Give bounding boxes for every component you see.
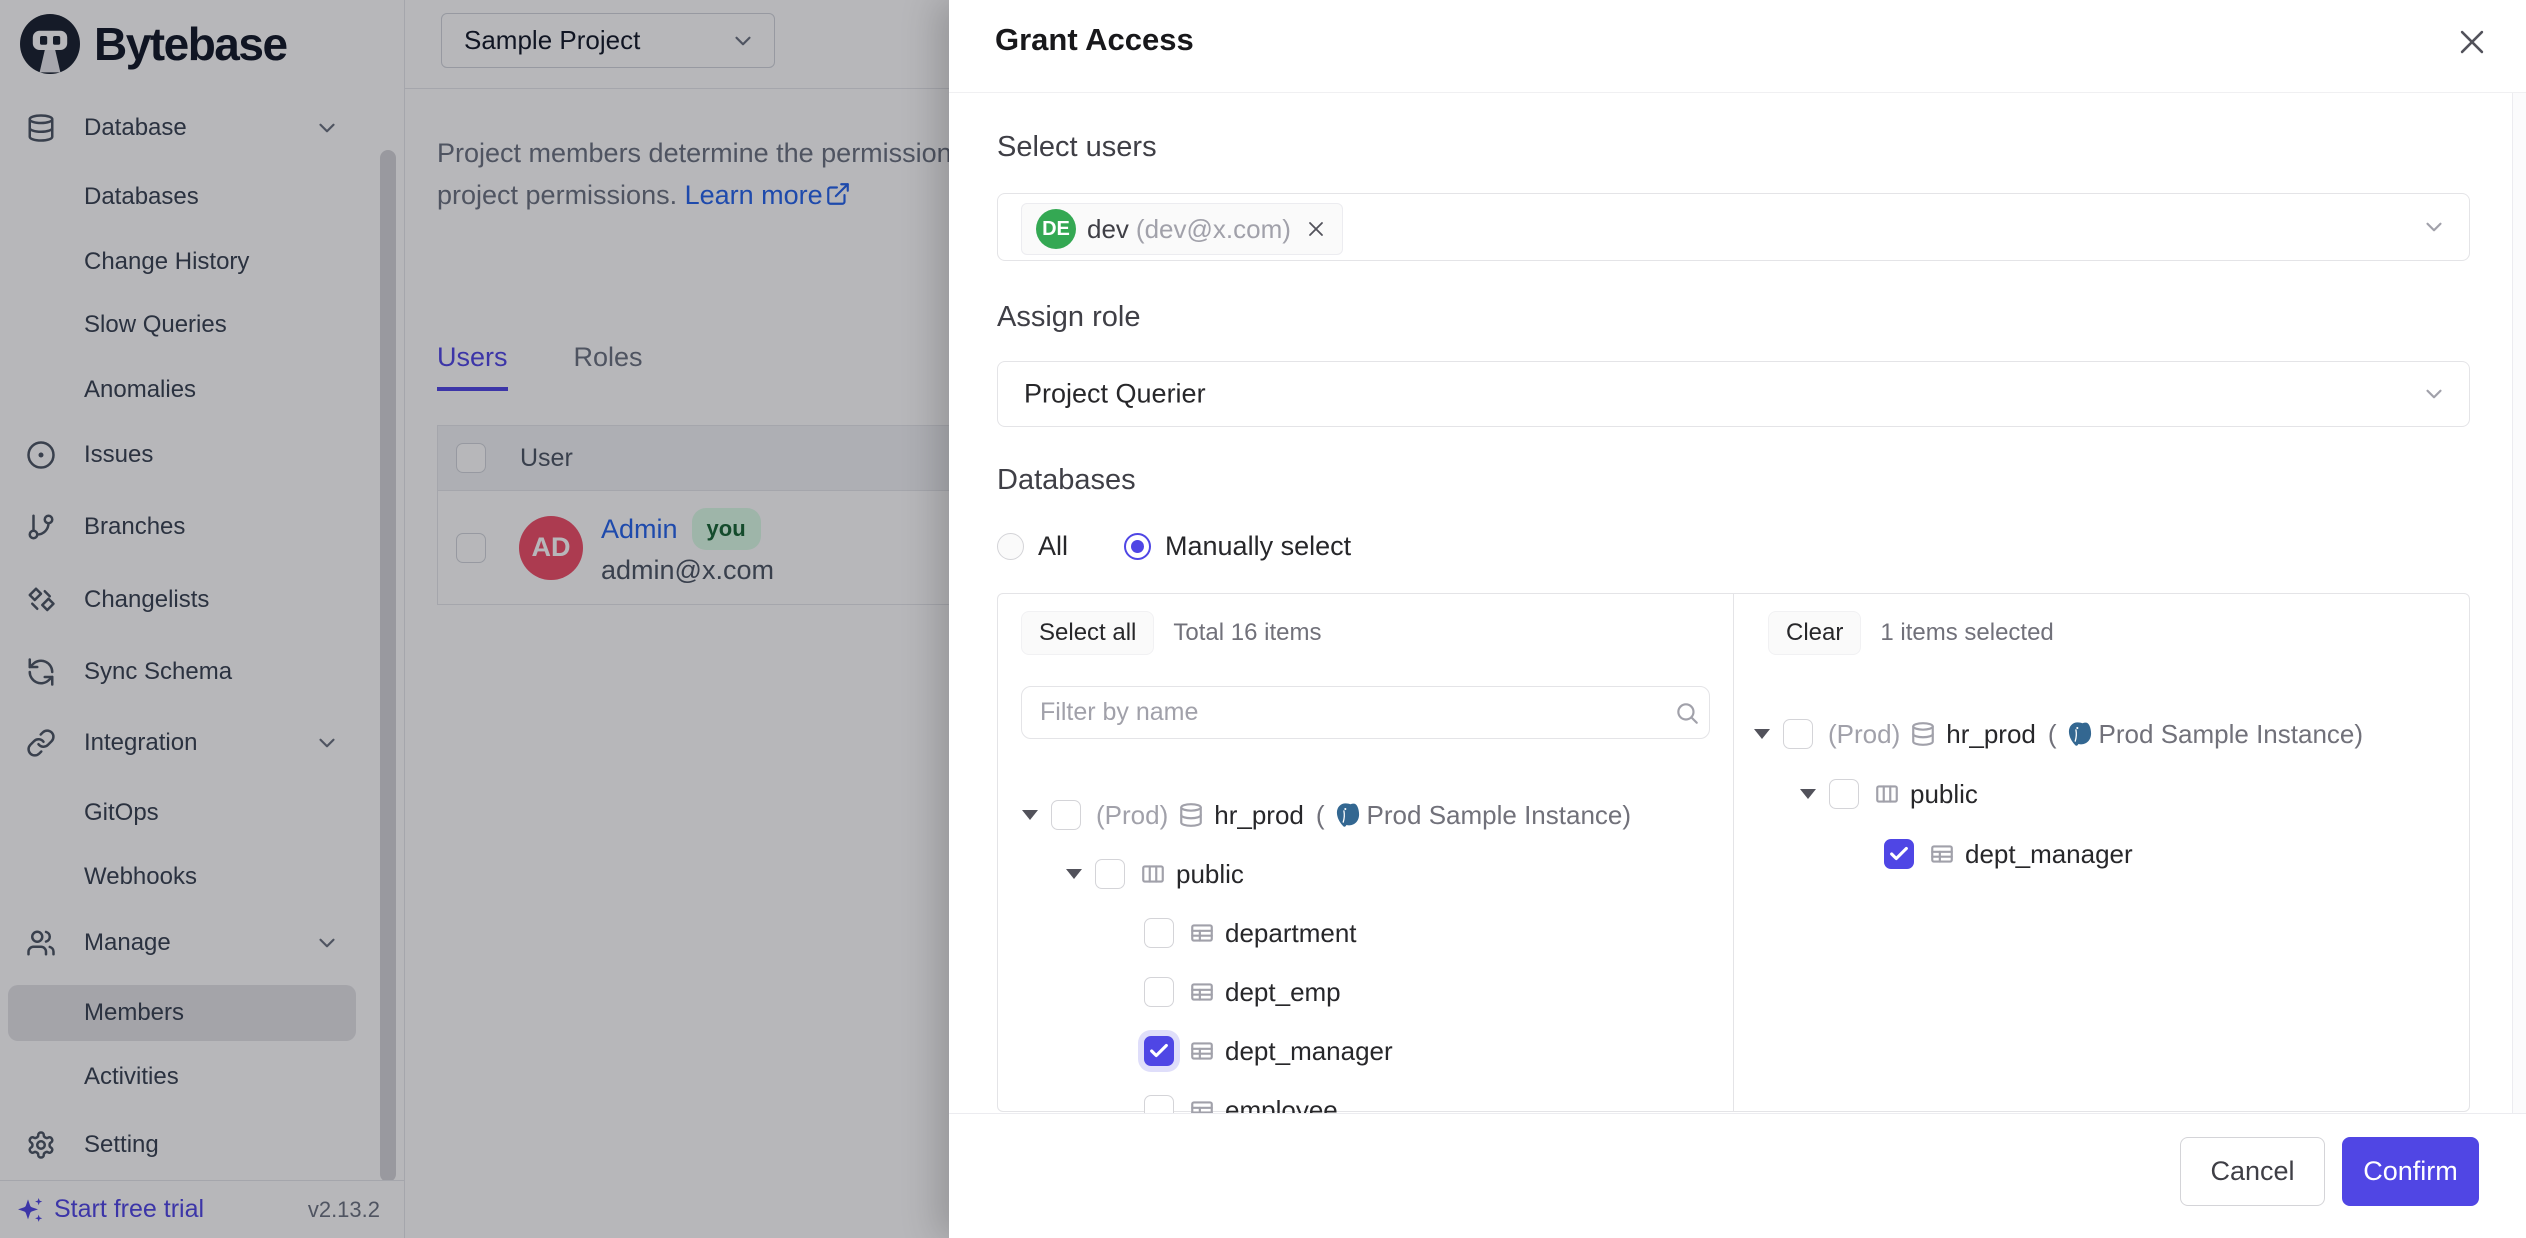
avatar: DE [1036,209,1076,249]
source-panel: Select all Total 16 items (Prod) hr_prod… [998,594,1733,1111]
database-icon [1178,802,1204,828]
collapse-arrow-icon[interactable] [1066,869,1082,879]
select-users-input[interactable]: DE dev (dev@x.com) [997,193,2470,261]
clear-button[interactable]: Clear [1768,611,1861,655]
tree-row-database: (Prod) hr_prod ( Prod Sample Instance) [1734,705,2470,763]
checkbox[interactable] [1144,918,1174,948]
schema-icon [1874,781,1900,807]
databases-label: Databases [997,464,1136,497]
tree-row-table: dept_manager [1734,825,2470,883]
tree-row-table: dept_manager [998,1022,1733,1080]
checkbox-checked[interactable] [1884,839,1914,869]
target-panel: Clear 1 items selected (Prod) hr_prod ( … [1734,594,2470,1111]
database-scope-radios: All Manually select [997,528,1351,564]
collapse-arrow-icon[interactable] [1022,810,1038,820]
checkbox[interactable] [1051,800,1081,830]
table-icon [1189,920,1215,946]
modal-footer: Cancel Confirm [949,1113,2526,1238]
confirm-button[interactable]: Confirm [2342,1137,2479,1206]
postgresql-icon [1334,801,1362,829]
tree-row-table: department [998,904,1733,962]
remove-tag-icon[interactable] [1304,217,1328,241]
schema-icon [1140,861,1166,887]
cancel-button[interactable]: Cancel [2180,1137,2325,1206]
collapse-arrow-icon[interactable] [1800,789,1816,799]
database-transfer: Select all Total 16 items (Prod) hr_prod… [997,593,2470,1112]
tree-row-schema: public [998,845,1733,903]
tree-row-database: (Prod) hr_prod ( Prod Sample Instance) [998,786,1733,844]
chevron-down-icon [2421,214,2447,240]
select-all-button[interactable]: Select all [1021,611,1154,655]
grant-access-modal: Grant Access Select users DE dev (dev@x.… [949,0,2526,1238]
modal-scrollbar-track[interactable] [2512,93,2526,1113]
modal-title: Grant Access [995,22,1194,58]
postgresql-icon [2066,720,2094,748]
database-icon [1910,721,1936,747]
selected-user-tag: DE dev (dev@x.com) [1021,203,1343,255]
close-icon[interactable] [2452,22,2492,62]
checkbox-checked[interactable] [1144,1036,1174,1066]
modal-header: Grant Access [949,0,2526,93]
assign-role-label: Assign role [997,301,1140,334]
collapse-arrow-icon[interactable] [1754,729,1770,739]
chevron-down-icon [2421,381,2447,407]
filter-input[interactable] [1021,686,1710,739]
checkbox[interactable] [1829,779,1859,809]
tree-row-table: dept_emp [998,963,1733,1021]
table-icon [1929,841,1955,867]
checkbox[interactable] [1095,859,1125,889]
radio-all[interactable] [997,533,1024,560]
tree-row-schema: public [1734,765,2470,823]
radio-manually-select[interactable] [1124,533,1151,560]
checkbox[interactable] [1783,719,1813,749]
table-icon [1189,1038,1215,1064]
select-users-label: Select users [997,131,1157,164]
table-icon [1189,979,1215,1005]
assign-role-select[interactable]: Project Querier [997,361,2470,427]
selected-count-label: 1 items selected [1880,619,2053,647]
total-items-label: Total 16 items [1173,619,1321,647]
checkbox[interactable] [1144,977,1174,1007]
